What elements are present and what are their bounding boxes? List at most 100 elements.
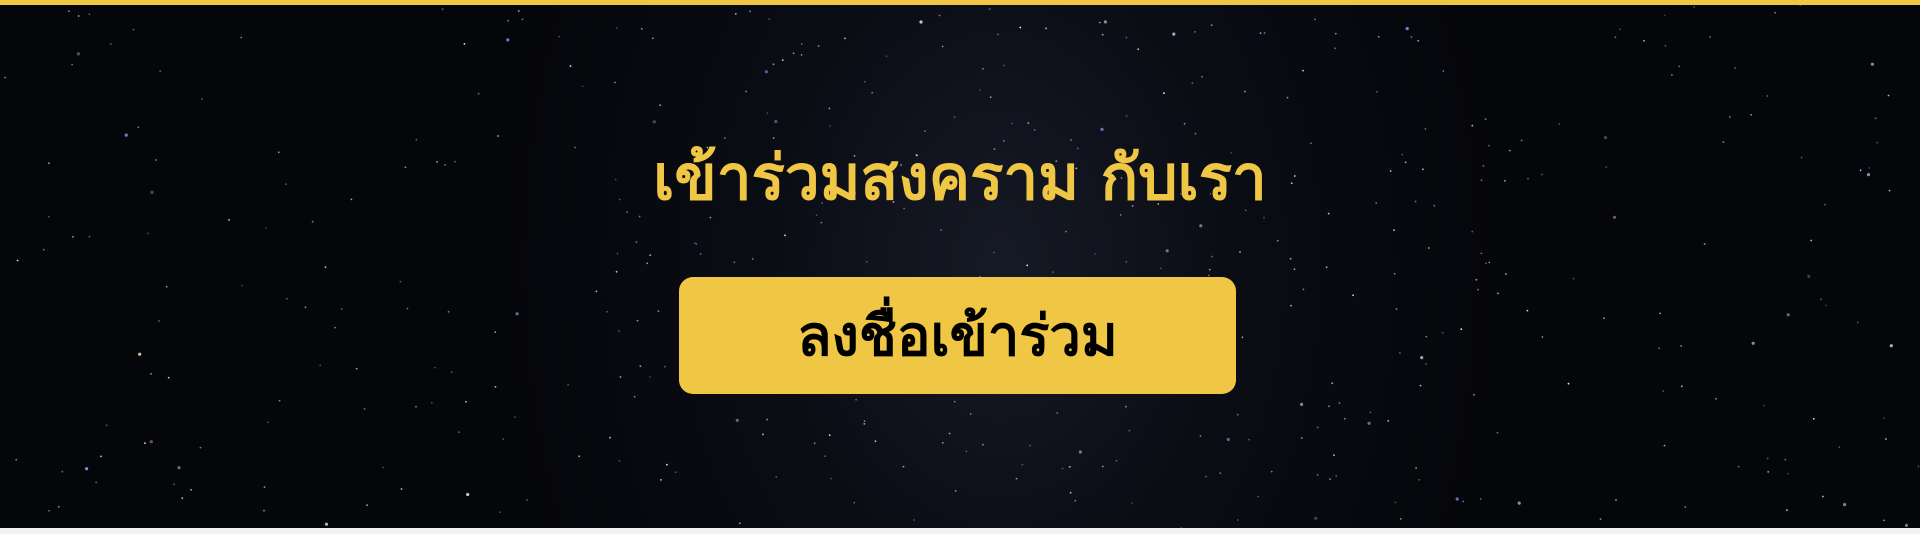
star bbox=[263, 486, 266, 488]
star bbox=[324, 522, 329, 526]
star bbox=[502, 438, 505, 441]
star bbox=[1244, 90, 1246, 93]
star bbox=[766, 112, 769, 115]
star bbox=[1263, 216, 1265, 219]
star bbox=[494, 331, 497, 333]
star bbox=[1293, 268, 1296, 271]
star bbox=[1663, 14, 1666, 17]
star bbox=[1567, 382, 1570, 385]
star bbox=[982, 443, 984, 446]
star bbox=[1541, 336, 1544, 338]
star bbox=[1033, 129, 1036, 131]
star bbox=[1887, 94, 1890, 97]
star bbox=[1052, 271, 1054, 273]
star bbox=[659, 104, 662, 106]
star bbox=[567, 384, 569, 386]
star bbox=[1101, 33, 1104, 36]
star bbox=[863, 420, 866, 422]
star bbox=[1343, 417, 1346, 420]
star bbox=[334, 326, 337, 329]
star bbox=[1874, 117, 1877, 120]
star bbox=[1201, 75, 1203, 78]
star bbox=[639, 365, 642, 368]
register-button[interactable]: ลงชื่อเข้าร่วม bbox=[679, 277, 1236, 394]
star bbox=[829, 125, 831, 127]
star bbox=[772, 137, 775, 139]
star bbox=[1709, 36, 1711, 38]
star bbox=[1824, 304, 1827, 307]
star bbox=[278, 399, 281, 402]
star bbox=[1917, 465, 1920, 468]
starfield-background bbox=[4, 5, 1920, 528]
star bbox=[1684, 506, 1687, 508]
star bbox=[954, 490, 957, 492]
star bbox=[1786, 472, 1789, 475]
star bbox=[815, 214, 818, 217]
star bbox=[1026, 264, 1029, 267]
star bbox=[1774, 11, 1776, 14]
star bbox=[874, 440, 877, 443]
star bbox=[1904, 523, 1908, 528]
star bbox=[940, 229, 942, 231]
star bbox=[48, 509, 50, 512]
star bbox=[1520, 139, 1523, 142]
star bbox=[1505, 273, 1507, 275]
star bbox=[1619, 28, 1621, 31]
star bbox=[616, 27, 618, 29]
star bbox=[441, 8, 444, 10]
star bbox=[1680, 385, 1683, 388]
star bbox=[382, 466, 384, 469]
star bbox=[1737, 465, 1740, 468]
star bbox=[514, 416, 516, 418]
star bbox=[363, 408, 366, 410]
star bbox=[1021, 463, 1024, 466]
star bbox=[1799, 5, 1802, 6]
star bbox=[77, 15, 80, 17]
star bbox=[828, 107, 831, 110]
star bbox=[1484, 118, 1487, 120]
star bbox=[581, 85, 584, 88]
star bbox=[1460, 328, 1463, 331]
star bbox=[953, 400, 956, 403]
star bbox=[1199, 435, 1202, 437]
star bbox=[137, 126, 140, 129]
star bbox=[105, 424, 108, 427]
star bbox=[652, 120, 656, 124]
star bbox=[1572, 277, 1575, 280]
star bbox=[228, 219, 230, 221]
star bbox=[311, 220, 314, 223]
star bbox=[1259, 32, 1262, 34]
star bbox=[1750, 113, 1753, 116]
star bbox=[800, 43, 803, 45]
star bbox=[1314, 18, 1316, 21]
star bbox=[497, 135, 499, 137]
star bbox=[1270, 470, 1273, 473]
star bbox=[774, 119, 778, 124]
star bbox=[1767, 471, 1770, 473]
star bbox=[1393, 272, 1396, 275]
star bbox=[1680, 345, 1682, 347]
star bbox=[433, 366, 436, 369]
banner-title: เข้าร่วมสงคราม กับเรา bbox=[653, 141, 1267, 214]
star bbox=[466, 492, 470, 497]
star bbox=[415, 405, 417, 408]
star bbox=[1870, 62, 1874, 66]
star bbox=[1335, 475, 1338, 477]
star bbox=[619, 376, 622, 378]
star bbox=[1415, 467, 1417, 469]
star bbox=[1314, 516, 1318, 520]
star bbox=[71, 63, 73, 66]
star bbox=[1477, 288, 1479, 291]
star bbox=[674, 471, 677, 474]
star bbox=[569, 65, 572, 67]
star bbox=[1425, 335, 1428, 338]
star bbox=[517, 10, 520, 12]
star bbox=[61, 470, 64, 473]
star bbox=[1369, 411, 1372, 414]
star bbox=[267, 421, 270, 424]
star bbox=[430, 401, 433, 404]
star bbox=[149, 440, 153, 444]
star bbox=[1068, 466, 1071, 468]
star bbox=[941, 45, 944, 48]
star bbox=[1029, 444, 1031, 447]
